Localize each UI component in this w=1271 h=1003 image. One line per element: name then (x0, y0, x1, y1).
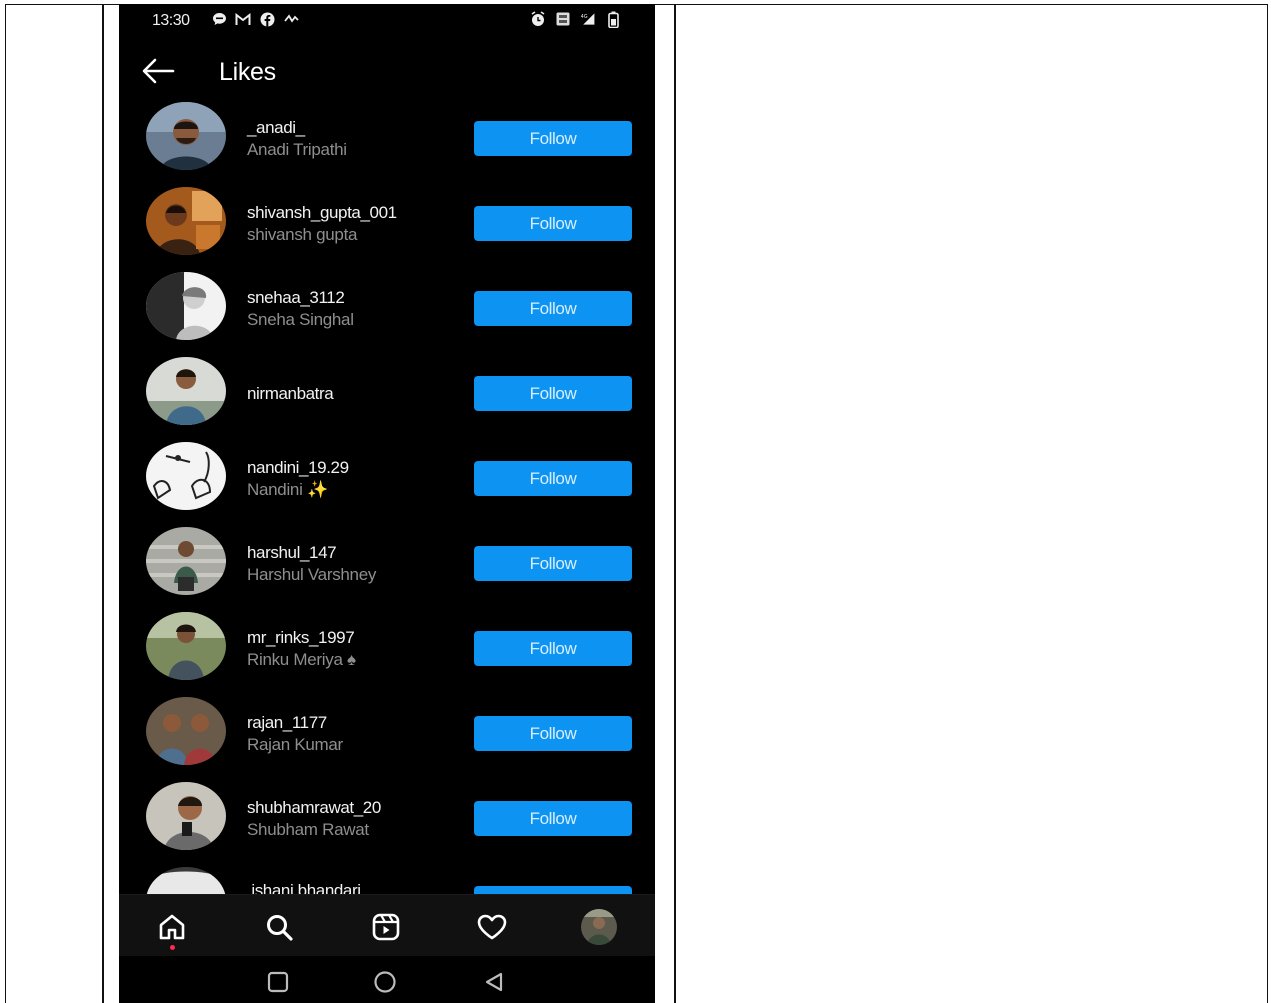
nav-activity[interactable] (472, 907, 512, 947)
avatar[interactable] (146, 612, 226, 680)
follow-button[interactable]: Follow (474, 376, 632, 411)
list-item: .ishani.bhandari. Follow (119, 867, 655, 894)
avatar[interactable] (146, 697, 226, 765)
facebook-icon (259, 11, 275, 27)
full-name: Rinku Meriya ♠ (247, 650, 356, 669)
arrow-left-icon (142, 58, 175, 84)
username[interactable]: .ishani.bhandari. (247, 881, 365, 894)
user-names: shubhamrawat_20 Shubham Rawat (247, 798, 381, 840)
user-names: nirmanbatra (247, 384, 334, 404)
avatar[interactable] (146, 357, 226, 425)
back-triangle-icon (485, 972, 503, 992)
notification-dot (170, 945, 175, 950)
system-status-icons: 4G (530, 11, 621, 28)
username[interactable]: snehaa_3112 (247, 288, 354, 308)
follow-button[interactable]: Follow (474, 206, 632, 241)
reels-icon (372, 913, 400, 941)
battery-icon (605, 11, 621, 28)
follow-button[interactable]: Follow (474, 461, 632, 496)
sim-icon (555, 11, 571, 27)
full-name: Sneha Singhal (247, 310, 354, 329)
svg-text:4G: 4G (581, 14, 588, 20)
notification-icons (211, 11, 299, 27)
follow-button[interactable]: Follow (474, 886, 632, 894)
list-item: _anadi_ Anadi Tripathi Follow (119, 102, 655, 187)
full-name: Nandini ✨ (247, 480, 328, 499)
username[interactable]: shivansh_gupta_001 (247, 203, 397, 223)
profile-avatar (581, 909, 617, 945)
list-item: rajan_1177 Rajan Kumar Follow (119, 697, 655, 782)
avatar[interactable] (146, 102, 226, 170)
status-bar: 13:30 4G (119, 4, 655, 38)
back-button[interactable] (139, 54, 179, 88)
avatar[interactable] (146, 442, 226, 510)
user-names: shivansh_gupta_001 shivansh gupta (247, 203, 397, 245)
list-item: snehaa_3112 Sneha Singhal Follow (119, 272, 655, 357)
home-system-button[interactable] (373, 970, 397, 994)
home-circle-icon (374, 971, 396, 993)
list-item: shubhamrawat_20 Shubham Rawat Follow (119, 782, 655, 867)
list-item: harshul_147 Harshul Varshney Follow (119, 527, 655, 612)
avatar[interactable] (146, 187, 226, 255)
alarm-icon (530, 11, 546, 27)
gmail-icon (235, 11, 251, 27)
follow-button[interactable]: Follow (474, 801, 632, 836)
user-names: _anadi_ Anadi Tripathi (247, 118, 347, 160)
table-column-divider (102, 4, 104, 1003)
username[interactable]: harshul_147 (247, 543, 376, 563)
follow-button[interactable]: Follow (474, 291, 632, 326)
recents-button[interactable] (266, 970, 290, 994)
system-navigation-bar (119, 956, 655, 1003)
follow-button[interactable]: Follow (474, 546, 632, 581)
full-name: Anadi Tripathi (247, 140, 347, 159)
list-item: shivansh_gupta_001 shivansh gupta Follow (119, 187, 655, 272)
full-name: Harshul Varshney (247, 565, 377, 584)
avatar[interactable] (146, 527, 226, 595)
nav-home[interactable] (152, 907, 192, 950)
page-title: Likes (219, 58, 276, 86)
heart-icon (477, 914, 507, 940)
recents-square-icon (267, 971, 289, 993)
nav-search[interactable] (259, 907, 299, 947)
follow-button[interactable]: Follow (474, 121, 632, 156)
list-item: mr_rinks_1997 Rinku Meriya ♠ Follow (119, 612, 655, 697)
follow-button[interactable]: Follow (474, 716, 632, 751)
list-item: nandini_19.29 Nandini ✨ Follow (119, 442, 655, 527)
likes-list: _anadi_ Anadi Tripathi Follow shivansh_g… (119, 98, 655, 894)
list-item: nirmanbatra Follow (119, 357, 655, 442)
chat-bubble-icon (211, 11, 227, 27)
activity-icon (283, 11, 299, 27)
table-column-divider (674, 4, 676, 1003)
full-name: shivansh gupta (247, 225, 358, 244)
avatar[interactable] (146, 867, 226, 894)
username[interactable]: nirmanbatra (247, 384, 334, 404)
home-icon (159, 914, 185, 940)
follow-button[interactable]: Follow (474, 631, 632, 666)
username[interactable]: _anadi_ (247, 118, 347, 138)
nav-profile[interactable] (579, 907, 619, 947)
user-names: .ishani.bhandari. (247, 881, 365, 894)
username[interactable]: nandini_19.29 (247, 458, 349, 478)
username[interactable]: rajan_1177 (247, 713, 343, 733)
search-icon (267, 915, 293, 941)
likes-header: Likes (119, 44, 655, 100)
nav-reels[interactable] (366, 907, 406, 947)
user-names: rajan_1177 Rajan Kumar (247, 713, 343, 755)
user-names: snehaa_3112 Sneha Singhal (247, 288, 354, 330)
username[interactable]: shubhamrawat_20 (247, 798, 381, 818)
user-names: harshul_147 Harshul Varshney (247, 543, 376, 585)
username[interactable]: mr_rinks_1997 (247, 628, 356, 648)
user-names: mr_rinks_1997 Rinku Meriya ♠ (247, 628, 356, 670)
phone-screen: 13:30 4G Likes _anadi_ Anadi Tripathi Fo… (119, 4, 655, 1003)
avatar[interactable] (146, 272, 226, 340)
signal-icon: 4G (580, 11, 596, 27)
back-system-button[interactable] (482, 970, 506, 994)
status-time: 13:30 (152, 12, 190, 29)
bottom-navigation (119, 894, 655, 956)
full-name: Rajan Kumar (247, 735, 343, 754)
user-names: nandini_19.29 Nandini ✨ (247, 458, 349, 500)
avatar[interactable] (146, 782, 226, 850)
full-name: Shubham Rawat (247, 820, 369, 839)
